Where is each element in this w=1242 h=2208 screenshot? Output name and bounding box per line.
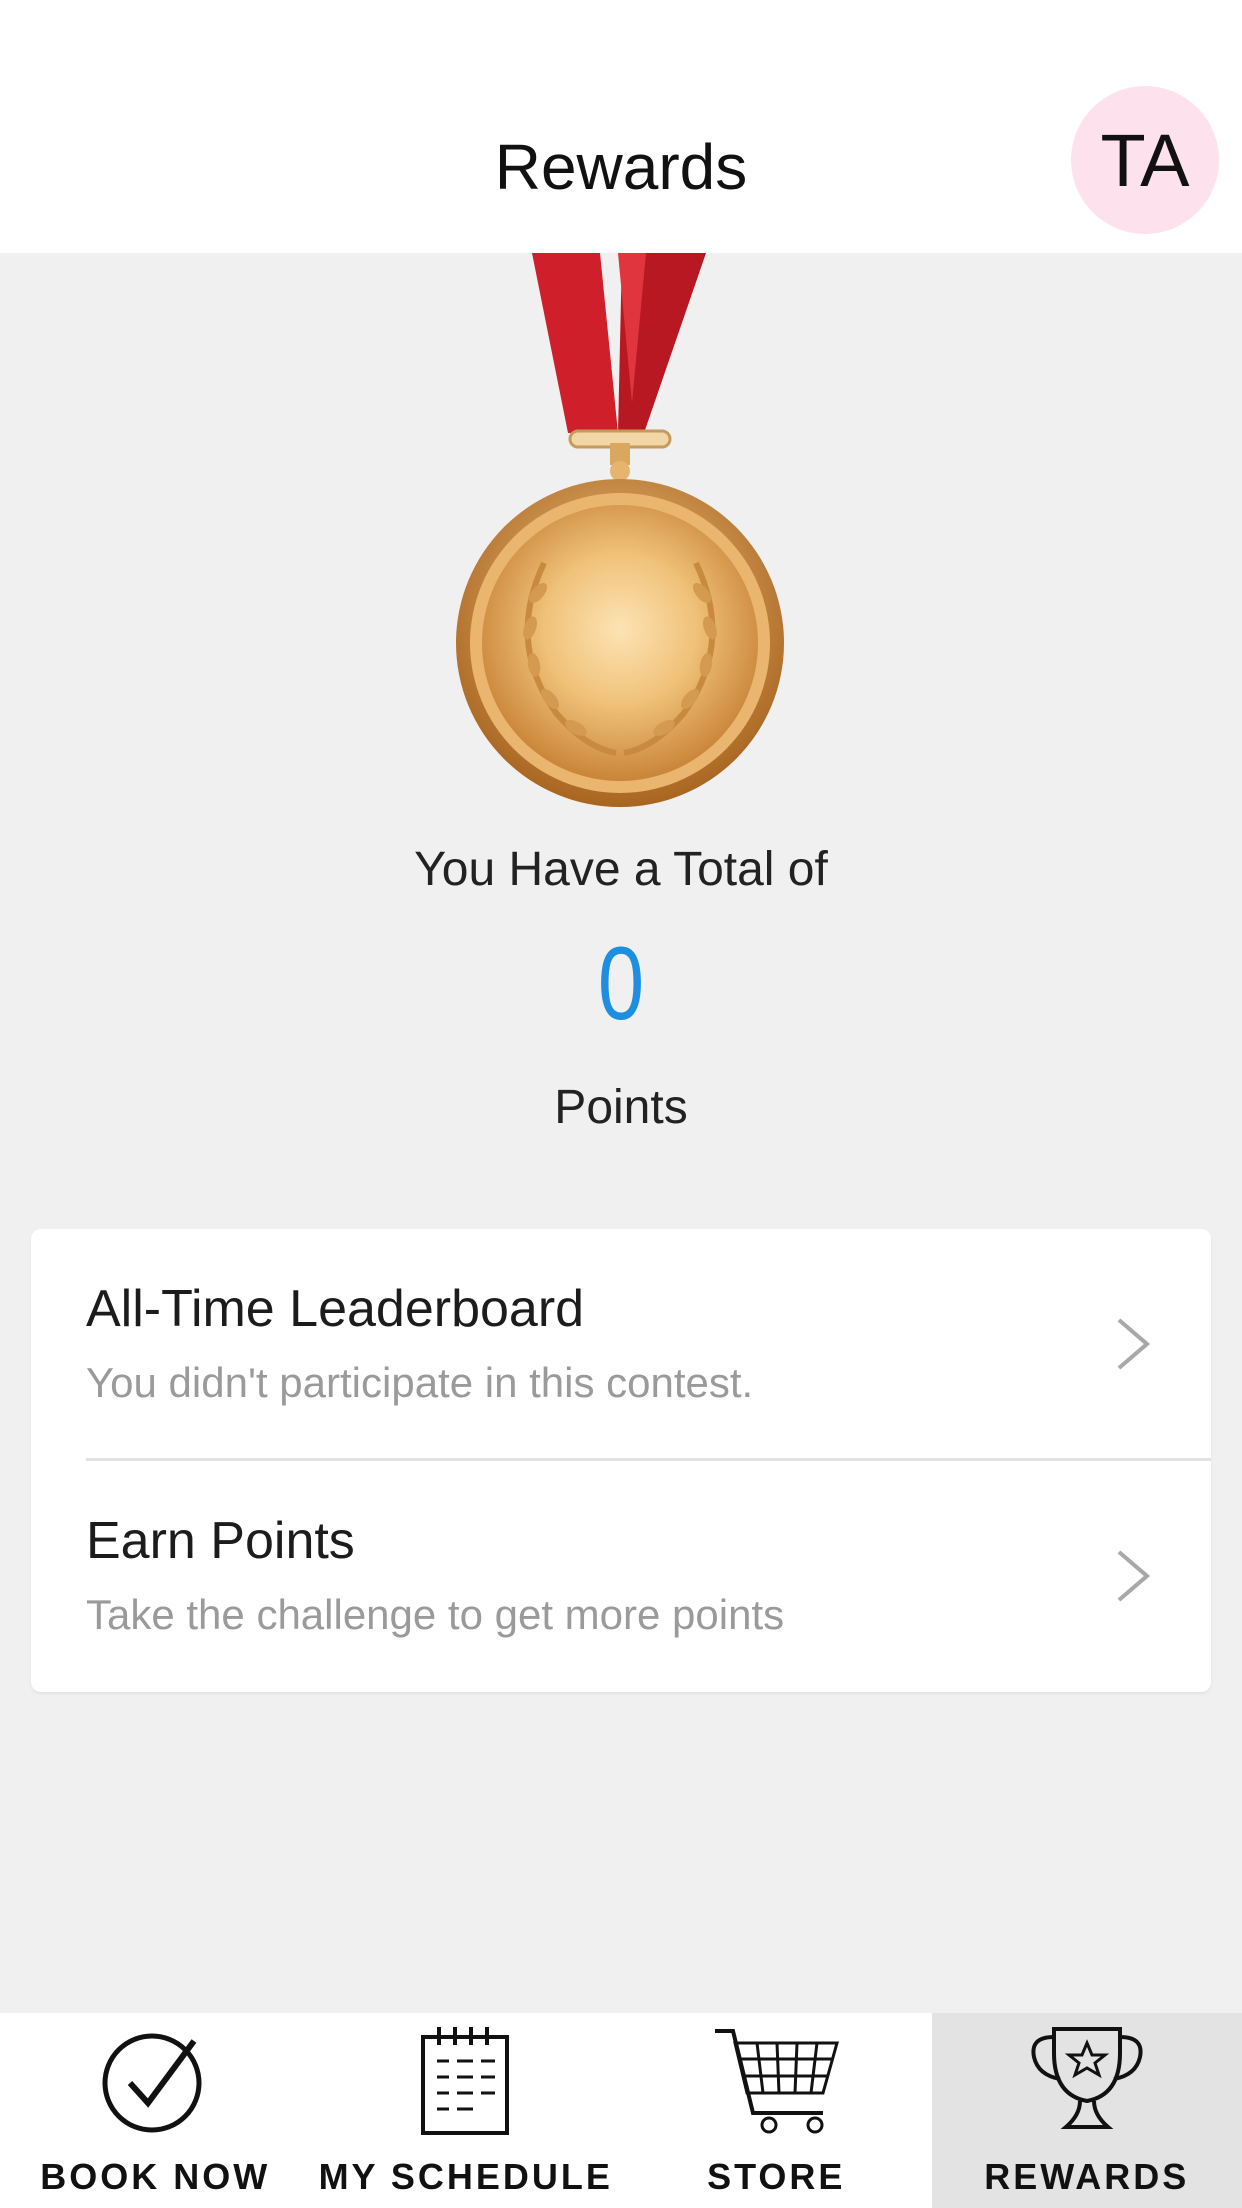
tab-label: STORE	[707, 2156, 846, 2197]
avatar[interactable]: TA	[1071, 86, 1219, 234]
tab-rewards[interactable]: REWARDS	[931, 2013, 1242, 2208]
top-bar: Rewards TA	[0, 0, 1242, 253]
points-value: 0	[597, 926, 645, 1042]
leaderboard-title: All-Time Leaderboard	[86, 1280, 585, 1338]
page-title: Rewards	[494, 131, 748, 203]
tab-book-now[interactable]: BOOK NOW	[0, 2013, 311, 2208]
tab-label: MY SCHEDULE	[318, 2156, 613, 2197]
cart-icon	[715, 2029, 840, 2134]
chevron-right-icon	[1117, 1318, 1151, 1370]
points-label: Points	[554, 1081, 688, 1134]
leaderboard-subtitle: You didn't participate in this contest.	[86, 1359, 754, 1406]
tab-store[interactable]: STORE	[621, 2013, 932, 2208]
tab-my-schedule[interactable]: MY SCHEDULE	[311, 2013, 622, 2208]
earn-points-title: Earn Points	[86, 1512, 355, 1570]
bottom-tab-bar: BOOK NOW MY SCHEDULE STORE REWARDS	[0, 2013, 1242, 2208]
medal-icon	[446, 253, 796, 813]
chevron-right-icon	[1117, 1550, 1151, 1602]
check-circle-icon	[102, 2033, 202, 2133]
notepad-icon	[420, 2027, 509, 2135]
tab-label: BOOK NOW	[40, 2156, 271, 2197]
total-label: You Have a Total of	[414, 843, 828, 896]
list-divider	[86, 1458, 1211, 1461]
trophy-icon	[1031, 2027, 1143, 2129]
earn-points-row[interactable]: Earn Points Take the challenge to get mo…	[31, 1461, 1211, 1692]
leaderboard-row[interactable]: All-Time Leaderboard You didn't particip…	[31, 1229, 1211, 1460]
earn-points-subtitle: Take the challenge to get more points	[86, 1591, 785, 1638]
tab-label: REWARDS	[984, 2156, 1190, 2197]
